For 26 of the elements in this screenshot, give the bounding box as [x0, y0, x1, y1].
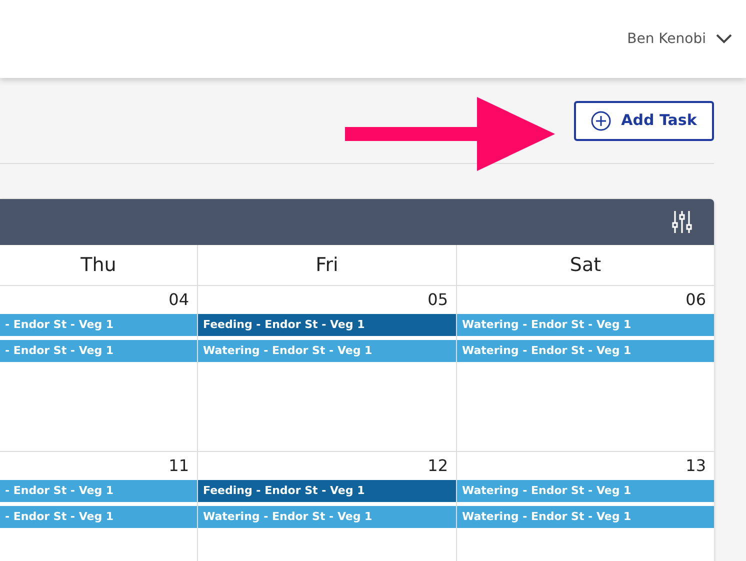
event-bar[interactable]: Watering - Endor St - Veg 1: [457, 340, 714, 362]
event-bar[interactable]: Watering - Endor St - Veg 1: [457, 314, 714, 336]
event-bar[interactable]: - Endor St - Veg 1: [0, 480, 197, 502]
day-heading: Fri: [316, 252, 338, 278]
sliders-icon[interactable]: [672, 210, 692, 234]
day-heading: Sat: [570, 252, 602, 278]
event-bar[interactable]: - Endor St - Veg 1: [0, 506, 197, 528]
date-number: 11: [168, 455, 189, 477]
day-heading: Thu: [80, 252, 116, 278]
add-task-button[interactable]: Add Task: [574, 100, 714, 140]
chevron-down-icon[interactable]: [716, 34, 732, 44]
event-bar[interactable]: - Endor St - Veg 1: [0, 314, 197, 336]
date-number: 13: [686, 455, 706, 477]
event-bar[interactable]: Watering - Endor St - Veg 1: [198, 340, 456, 362]
event-bar[interactable]: Feeding - Endor St - Veg 1: [198, 314, 456, 336]
user-name[interactable]: Ben Kenobi: [627, 28, 706, 50]
date-number: 04: [168, 289, 189, 311]
event-bar[interactable]: Feeding - Endor St - Veg 1: [198, 480, 456, 502]
event-bar[interactable]: Watering - Endor St - Veg 1: [457, 506, 714, 528]
event-bar[interactable]: Watering - Endor St - Veg 1: [457, 480, 714, 502]
date-number: 12: [428, 455, 448, 477]
event-bar[interactable]: Watering - Endor St - Veg 1: [198, 506, 456, 528]
plus-circle-icon: [591, 110, 612, 130]
date-number: 05: [428, 289, 448, 311]
date-number: 06: [686, 289, 706, 311]
event-bar[interactable]: - Endor St - Veg 1: [0, 340, 197, 362]
